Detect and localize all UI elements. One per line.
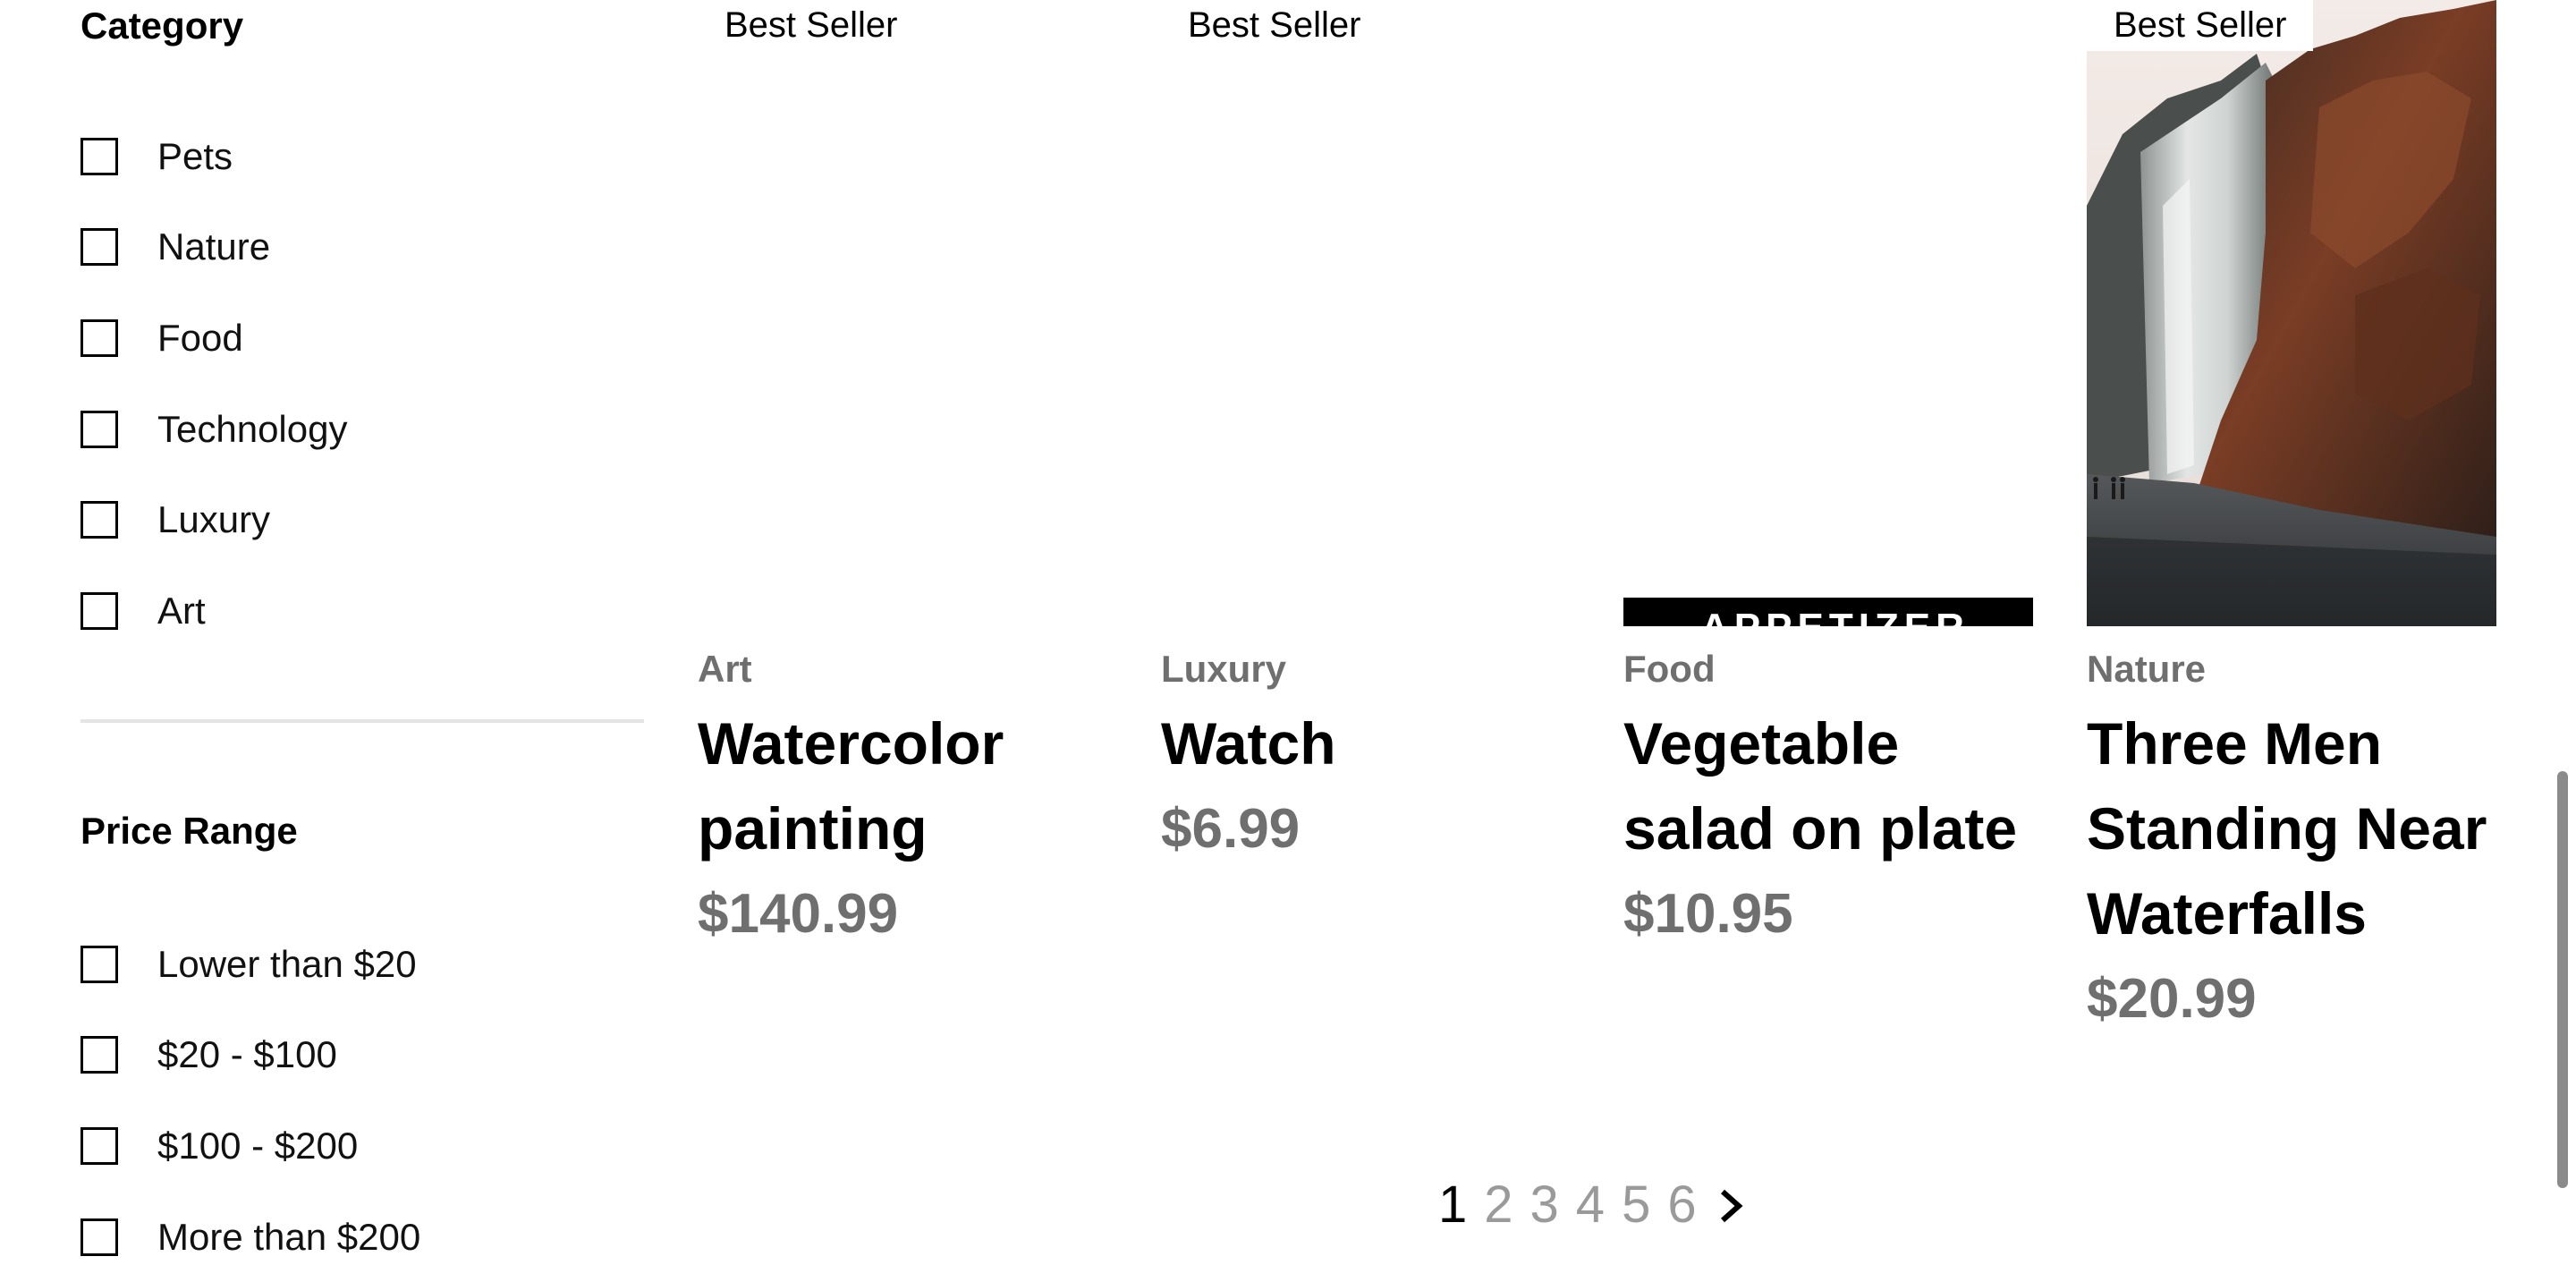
product-category: Nature (2087, 648, 2207, 690)
page-link-3[interactable]: 3 (1530, 1179, 1559, 1231)
checkbox[interactable] (80, 1218, 118, 1256)
price-filter-list: Lower than $20 $20 - $100 $100 - $200 Mo… (80, 919, 644, 1282)
product-image[interactable] (2087, 0, 2496, 626)
product-title[interactable]: Watercolor painting (698, 701, 1118, 871)
product-category: Food (1623, 648, 1716, 690)
product-card[interactable]: APPETIZER Food Vegetable salad on plate … (1623, 0, 2033, 1163)
chevron-right-icon[interactable] (1717, 1186, 1744, 1230)
filter-divider (80, 719, 644, 723)
product-title-block: Vegetable salad on plate $10.95 (1623, 701, 2044, 956)
scrollbar-thumb[interactable] (2557, 771, 2568, 1188)
image-caption-text: APPETIZER (1700, 608, 1970, 627)
price-filter-title: Price Range (80, 810, 298, 852)
best-seller-badge: Best Seller (2087, 0, 2314, 51)
product-image[interactable] (698, 0, 1107, 626)
filter-option-luxury[interactable]: Luxury (80, 474, 644, 565)
vertical-scrollbar[interactable] (2549, 0, 2576, 1226)
pagination: 1 2 3 4 5 6 (1438, 1179, 1744, 1231)
product-category: Art (698, 648, 752, 690)
checkbox[interactable] (80, 137, 118, 175)
filter-option-more-than-200[interactable]: More than $200 (80, 1192, 644, 1282)
filter-option-label: More than $200 (157, 1215, 421, 1258)
checkbox[interactable] (80, 945, 118, 983)
category-filter-title: Category (80, 4, 244, 47)
best-seller-badge: Best Seller (698, 0, 925, 51)
filter-option-label: Art (157, 589, 206, 632)
filter-option-nature[interactable]: Nature (80, 202, 644, 293)
filter-option-label: Lower than $20 (157, 942, 417, 985)
product-price: $20.99 (2087, 968, 2257, 1030)
filter-option-label: Food (157, 316, 243, 359)
page-link-4[interactable]: 4 (1576, 1179, 1605, 1231)
checkbox[interactable] (80, 591, 118, 630)
filter-option-lower-than-20[interactable]: Lower than $20 (80, 919, 644, 1010)
checkbox[interactable] (80, 410, 118, 448)
filter-option-technology[interactable]: Technology (80, 384, 644, 475)
filter-option-label: Luxury (157, 498, 271, 541)
product-title-block: Three Men Standing Near Waterfalls $20.9… (2087, 701, 2507, 1041)
product-image[interactable] (1161, 0, 1571, 626)
product-card[interactable]: Best Seller Nature Three Men Standing Ne… (2087, 0, 2496, 1163)
product-price: $10.95 (1623, 883, 1793, 945)
filter-option-label: $100 - $200 (157, 1124, 359, 1167)
filter-option-label: $20 - $100 (157, 1033, 337, 1076)
filter-option-20-100[interactable]: $20 - $100 (80, 1010, 644, 1101)
product-title[interactable]: Vegetable salad on plate (1623, 701, 2044, 871)
product-title-block: Watercolor painting $140.99 (698, 701, 1118, 956)
product-price: $6.99 (1161, 798, 1301, 860)
checkbox[interactable] (80, 1126, 118, 1165)
page-link-5[interactable]: 5 (1622, 1179, 1650, 1231)
filter-option-food[interactable]: Food (80, 293, 644, 384)
category-filter-list: Pets Nature Food Technology Luxury Art (80, 111, 644, 657)
product-price: $140.99 (698, 883, 899, 945)
product-card[interactable]: Best Seller Art Watercolor painting $140… (698, 0, 1107, 1163)
best-seller-badge: Best Seller (1161, 0, 1388, 51)
product-title-block: Watch $6.99 (1161, 701, 1581, 871)
product-category: Luxury (1161, 648, 1287, 690)
page-link-2[interactable]: 2 (1484, 1179, 1513, 1231)
filter-option-label: Pets (157, 134, 233, 177)
product-card[interactable]: Best Seller Luxury Watch $6.99 (1161, 0, 1571, 1163)
filter-option-art[interactable]: Art (80, 565, 644, 657)
checkbox[interactable] (80, 228, 118, 267)
product-title[interactable]: Three Men Standing Near Waterfalls (2087, 701, 2507, 956)
product-title[interactable]: Watch (1161, 701, 1581, 786)
checkbox[interactable] (80, 501, 118, 539)
page-link-6[interactable]: 6 (1667, 1179, 1696, 1231)
filter-option-label: Nature (157, 225, 271, 268)
salad-photo-strip: APPETIZER (1623, 598, 2033, 626)
filter-option-100-200[interactable]: $100 - $200 (80, 1100, 644, 1192)
filter-option-label: Technology (157, 407, 348, 450)
waterfall-photo (2087, 0, 2496, 626)
checkbox[interactable] (80, 1036, 118, 1074)
product-image[interactable]: APPETIZER (1623, 0, 2033, 626)
page-link-1[interactable]: 1 (1438, 1179, 1467, 1231)
checkbox[interactable] (80, 318, 118, 357)
filter-option-pets[interactable]: Pets (80, 111, 644, 202)
